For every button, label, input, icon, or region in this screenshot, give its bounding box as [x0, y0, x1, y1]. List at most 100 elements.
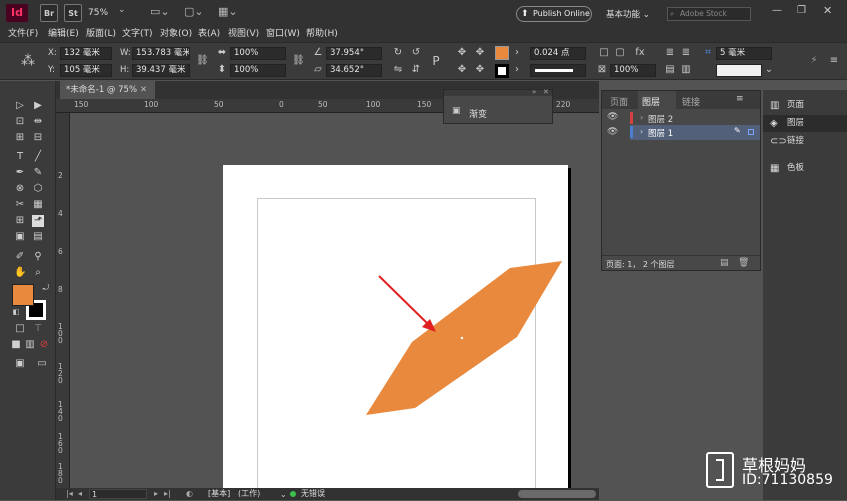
horizontal-scrollbar-thumb[interactable] — [518, 490, 596, 498]
stock-button[interactable]: St — [64, 4, 82, 22]
gradient-feather-tool-icon[interactable]: ▤ — [32, 231, 44, 243]
swap-colors-icon[interactable]: ⤾ — [40, 282, 52, 294]
corner-options-icon[interactable]: ⌗ — [702, 47, 714, 59]
quick-apply-icon[interactable]: ⚡ — [808, 55, 820, 67]
constrain-proportions-icon[interactable]: ⛓ — [196, 55, 209, 67]
expand-triangle-icon[interactable]: › — [640, 127, 643, 136]
fx-icon[interactable]: fx — [634, 47, 646, 59]
document-tab[interactable]: *未命名-1 @ 75% ✕ — [60, 81, 155, 99]
visibility-eye-icon[interactable]: 👁 — [607, 112, 618, 122]
reference-point-icon[interactable]: ⁂ — [20, 54, 36, 68]
trash-icon[interactable]: 🗑 — [738, 258, 749, 268]
wrap-around-icon[interactable]: ▤ — [664, 64, 676, 76]
chevron-down-icon[interactable]: ⌄ — [118, 5, 126, 15]
corner-shape-select[interactable] — [716, 64, 762, 77]
select-content-icon[interactable]: ✥ — [474, 47, 486, 59]
previous-page-icon[interactable]: ◂ — [78, 488, 82, 500]
close-button[interactable]: ✕ — [823, 4, 832, 17]
layer-row-selected[interactable]: › 图层 1 ✎ — [630, 125, 760, 140]
screen-mode-icon[interactable]: ▢⌄ — [184, 5, 204, 18]
constrain-scale-icon[interactable]: ⛓ — [292, 55, 305, 67]
selection-tool-icon[interactable]: ▷ — [14, 100, 26, 112]
rotation-angle-field[interactable]: 37.954° — [326, 47, 382, 60]
page-number-field[interactable]: 1 — [89, 489, 147, 499]
fill-swatch[interactable] — [12, 284, 34, 306]
pen-tool-icon[interactable]: ✒ — [14, 167, 26, 179]
close-tab-icon[interactable]: ✕ — [140, 81, 147, 99]
select-container-icon[interactable]: ✥ — [456, 47, 468, 59]
zoom-tool-icon[interactable]: ⌕ — [32, 267, 44, 279]
content-placer-icon[interactable]: ⊟ — [32, 132, 44, 144]
panel-menu-icon[interactable]: ≡ — [736, 94, 744, 104]
wrap-shape-icon[interactable]: ▥ — [680, 64, 692, 76]
panel-menu-icon[interactable]: ≡ — [828, 55, 840, 67]
fill-color-swatch[interactable] — [495, 46, 509, 60]
stroke-type-select[interactable] — [530, 64, 586, 77]
menu-edit[interactable]: 编辑(E) — [48, 26, 79, 42]
width-field[interactable]: 153.783 毫米 — [132, 47, 190, 60]
tab-links[interactable]: 链接 — [682, 95, 700, 108]
flip-vertical-icon[interactable]: ⇵ — [410, 64, 422, 76]
gradient-swatch-tool-icon[interactable]: ▣ — [14, 231, 26, 243]
shear-tool-icon[interactable]: ⬏ — [32, 215, 44, 227]
free-transform-tool-icon[interactable]: ▦ — [32, 199, 44, 211]
menu-help[interactable]: 帮助(H) — [306, 26, 338, 42]
dock-item-swatches[interactable]: ▦ 色板 — [763, 160, 847, 177]
type-tool-icon[interactable]: T — [14, 151, 26, 163]
height-field[interactable]: 39.437 毫米 — [132, 64, 190, 77]
publish-online-button[interactable]: ⬆ Publish Online — [516, 6, 592, 22]
tab-pages[interactable]: 页面 — [610, 95, 628, 108]
apply-color-icon[interactable]: ■ — [10, 339, 22, 351]
minimize-button[interactable]: — — [772, 5, 782, 16]
scissors-tool-icon[interactable]: ✂ — [14, 199, 26, 211]
opacity-field[interactable]: 100% — [610, 64, 656, 77]
hand-tool-icon[interactable]: ✋ — [14, 267, 26, 279]
view-options-icon[interactable]: ▭⌄ — [150, 5, 170, 18]
default-colors-icon[interactable]: ◧ — [10, 306, 22, 318]
dock-item-pages[interactable]: ▥ 页面 — [763, 97, 847, 114]
menu-table[interactable]: 表(A) — [198, 26, 220, 42]
corner-shape-chevron-icon[interactable]: ⌄ — [763, 64, 775, 76]
artwork-layer[interactable] — [70, 113, 600, 488]
next-page-icon[interactable]: ▸ — [154, 488, 158, 500]
first-page-icon[interactable]: |◂ — [66, 488, 73, 500]
dropdown-icon[interactable]: ⌄ — [280, 489, 287, 501]
arrange-documents-icon[interactable]: ▦⌄ — [218, 5, 238, 18]
formatting-container-icon[interactable]: □ — [14, 323, 26, 335]
menu-layout[interactable]: 版面(L) — [86, 26, 116, 42]
stroke-chevron-icon[interactable]: › — [511, 64, 523, 76]
new-layer-icon[interactable]: ▤ — [720, 258, 729, 268]
text-wrap-icon[interactable]: ≣ — [664, 47, 676, 59]
maximize-button[interactable]: ❐ — [797, 5, 806, 16]
polygon-tool-icon[interactable]: ⬡ — [32, 183, 44, 195]
dock-item-layers[interactable]: ◈ 图层 — [763, 115, 847, 132]
tab-layers[interactable]: 图层 — [642, 95, 660, 108]
line-tool-icon[interactable]: ╱ — [32, 151, 44, 163]
content-collector-icon[interactable]: ⊞ — [14, 132, 26, 144]
page-layout-tool-icon[interactable]: ⊞ — [14, 215, 26, 227]
shear-angle-field[interactable]: 34.652° — [326, 64, 382, 77]
select-previous-icon[interactable]: ✥ — [456, 64, 468, 76]
direct-selection-tool-icon[interactable]: ▶ — [32, 100, 44, 112]
gradient-panel[interactable]: » ✕ ▣ 渐变 — [443, 88, 553, 124]
apply-gradient-icon[interactable]: ▥ — [24, 339, 36, 351]
visibility-eye-icon[interactable]: 👁 — [607, 127, 618, 137]
stroke-weight-field[interactable]: 0.024 点 — [530, 47, 586, 60]
x-field[interactable]: 132 毫米 — [60, 47, 112, 60]
gap-tool-icon[interactable]: ⇹ — [32, 116, 44, 128]
document-canvas[interactable] — [70, 113, 600, 488]
workspace-switcher[interactable]: 基本功能 ⌄ — [606, 8, 650, 20]
zoom-level[interactable]: 75% — [88, 8, 108, 18]
scale-y-field[interactable]: 100% — [230, 64, 286, 77]
corner-size-field[interactable]: 5 毫米 — [716, 47, 772, 60]
dock-item-links[interactable]: ⊂⊃ 链接 — [763, 133, 847, 150]
last-page-icon[interactable]: ▸| — [164, 488, 171, 500]
select-next-icon[interactable]: ✥ — [474, 64, 486, 76]
rotate-cw-icon[interactable]: ↻ — [392, 47, 404, 59]
effects-icon[interactable]: ▢ — [614, 47, 626, 59]
layer-row[interactable]: 👁 › 图层 2 — [602, 111, 760, 125]
menu-file[interactable]: 文件(F) — [8, 26, 38, 42]
collapse-panel-icon[interactable]: » — [532, 88, 536, 96]
bridge-button[interactable]: Br — [40, 4, 58, 22]
note-tool-icon[interactable]: ✐ — [14, 251, 26, 263]
